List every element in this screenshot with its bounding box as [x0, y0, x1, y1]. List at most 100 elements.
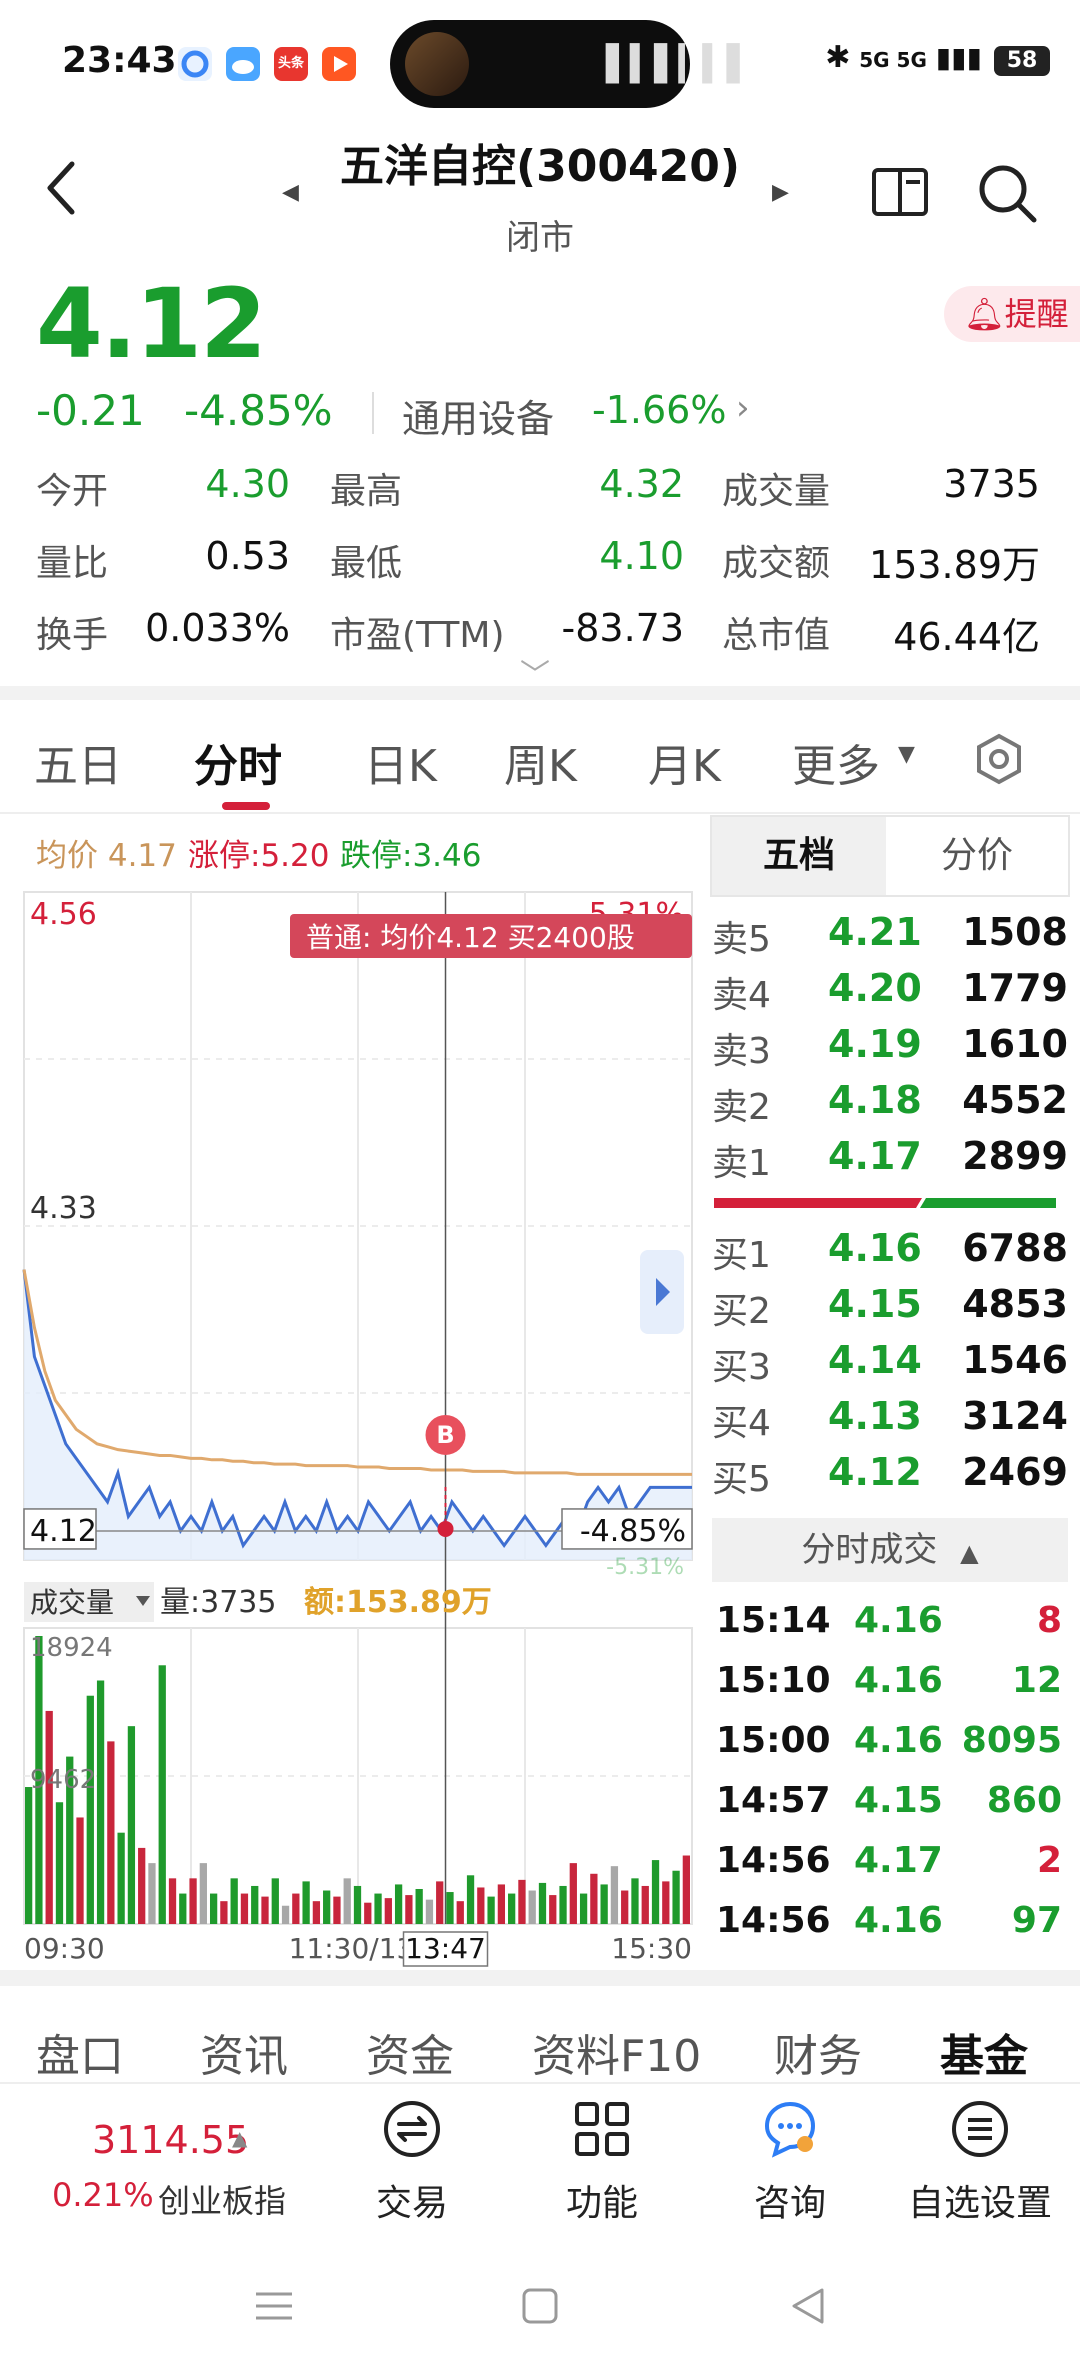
volume-bar: [405, 1895, 413, 1924]
level-price: 4.18: [828, 1078, 922, 1122]
ask-ratio-fill: [714, 1198, 922, 1208]
info-tab-3[interactable]: 资料F10: [532, 2020, 701, 2084]
level-price: 4.21: [828, 910, 922, 954]
volume-bar: [641, 1885, 649, 1924]
next-stock-button[interactable]: ▶: [772, 180, 789, 205]
chat-bubble-icon: [764, 2101, 816, 2158]
trade-volume: 97: [1011, 1900, 1062, 1941]
stat-value: 4.32: [599, 462, 684, 506]
caret-down-icon[interactable]: ▼: [898, 742, 915, 767]
trade-detail-header[interactable]: 分时成交 ▲: [712, 1518, 1068, 1582]
search-icon[interactable]: [976, 162, 1040, 226]
level-price: 4.16: [828, 1226, 922, 1270]
volume-bar: [559, 1885, 567, 1924]
alert-label: 提醒: [1004, 295, 1069, 333]
bid-row[interactable]: 买5 4.12 2469: [712, 1450, 1068, 1506]
info-tab-2[interactable]: 资金: [366, 2020, 454, 2084]
bid-ask-ratio-bar: [714, 1198, 1056, 1208]
back-button[interactable]: [40, 158, 100, 228]
sector-change[interactable]: -1.66%: [592, 388, 726, 432]
trade-row[interactable]: 15:14 4.16 8: [716, 1600, 1062, 1656]
volume-bar: [672, 1870, 680, 1924]
ask-row[interactable]: 卖3 4.19 1610: [712, 1022, 1068, 1078]
volume-total: 量:3735: [160, 1585, 276, 1620]
level-volume: 2899: [962, 1134, 1068, 1178]
volume-bar: [343, 1878, 351, 1924]
volume-bar: [333, 1896, 341, 1924]
trade-row[interactable]: 14:56 4.16 97: [716, 1900, 1062, 1956]
alert-button[interactable]: 🔔︎提醒: [944, 286, 1080, 342]
volume-bar: [168, 1878, 177, 1924]
bid-row[interactable]: 买1 4.16 6788: [712, 1226, 1068, 1282]
volume-bar: [425, 1899, 434, 1924]
tab-5[interactable]: 更多: [792, 730, 880, 794]
tab-3[interactable]: 周K: [504, 730, 577, 794]
volume-bar: [394, 1884, 403, 1924]
volume-bar: [456, 1901, 464, 1924]
tab-five-levels[interactable]: 五档: [712, 817, 886, 895]
sector-name[interactable]: 通用设备: [402, 388, 554, 443]
status-bar: 23:43 头条 ▌▍▌▎▍▌ ✱ 5G 5G ▮▮▮ 58: [0, 0, 1080, 120]
ask-row[interactable]: 卖4 4.20 1779: [712, 966, 1068, 1022]
volume-bar: [312, 1901, 321, 1924]
trade-row[interactable]: 14:56 4.17 2: [716, 1840, 1062, 1896]
trade-row[interactable]: 14:57 4.15 860: [716, 1780, 1062, 1836]
tab-4[interactable]: 月K: [648, 730, 721, 794]
tab-0[interactable]: 五日: [34, 730, 122, 794]
info-tab-4[interactable]: 财务: [774, 2020, 862, 2084]
bid-row[interactable]: 买4 4.13 3124: [712, 1394, 1068, 1450]
nav-consult[interactable]: 咨询: [710, 2098, 870, 2226]
amount-total: 额:153.89万: [304, 1585, 492, 1620]
ask-row[interactable]: 卖5 4.21 1508: [712, 910, 1068, 966]
home-icon[interactable]: [518, 2284, 562, 2328]
tab-1[interactable]: 分时: [194, 730, 282, 794]
volume-bar: [477, 1887, 485, 1924]
divider: [0, 812, 1080, 814]
trade-row[interactable]: 15:10 4.16 12: [716, 1660, 1062, 1716]
level-label: 卖1: [712, 1143, 771, 1184]
volume-bar: [621, 1890, 629, 1924]
nav-watchlist-settings[interactable]: 自选设置: [900, 2098, 1060, 2226]
index-value[interactable]: 3114.55: [92, 2118, 249, 2162]
menu-icon[interactable]: [252, 2284, 296, 2328]
trade-time: 15:00: [716, 1720, 831, 1761]
trade-tooltip: 普通: 均价4.12 买2400股: [306, 921, 635, 954]
ask-row[interactable]: 卖1 4.17 2899: [712, 1134, 1068, 1190]
volume-bar: [323, 1890, 331, 1924]
volume-bar: [538, 1882, 547, 1924]
ask-row[interactable]: 卖2 4.18 4552: [712, 1078, 1068, 1134]
stat-value: 0.53: [205, 534, 290, 578]
bid-row[interactable]: 买3 4.14 1546: [712, 1338, 1068, 1394]
weather-app-icon: [226, 47, 260, 81]
volume-bar: [179, 1893, 187, 1924]
nav-functions[interactable]: 功能: [522, 2098, 682, 2226]
chevron-right-icon[interactable]: ›: [736, 388, 750, 428]
current-price: 4.12: [36, 268, 267, 380]
tab-price-distribution[interactable]: 分价: [888, 817, 1066, 895]
back-icon[interactable]: [786, 2284, 830, 2328]
level-label: 买1: [712, 1235, 771, 1276]
volume-bar: [271, 1878, 279, 1924]
level-volume: 3124: [962, 1394, 1068, 1438]
limit-down-label: 跌停:3.46: [340, 838, 482, 874]
bid-row[interactable]: 买2 4.15 4853: [712, 1282, 1068, 1338]
market-status: 闭市: [506, 218, 574, 258]
stat-label: 市盈(TTM): [330, 615, 505, 656]
info-tab-5[interactable]: 基金: [940, 2020, 1028, 2084]
stat-value: 4.10: [599, 534, 684, 578]
index-name[interactable]: 创业板指: [158, 2176, 286, 2222]
index-change[interactable]: 0.21%: [52, 2176, 154, 2214]
tab-2[interactable]: 日K: [364, 730, 437, 794]
volume-bar: [220, 1901, 228, 1924]
nav-trade[interactable]: 交易: [332, 2098, 492, 2226]
info-tab-0[interactable]: 盘口: [36, 2020, 124, 2084]
volume-bar: [281, 1905, 290, 1924]
book-icon[interactable]: [870, 166, 930, 218]
caret-up-icon: ▲: [960, 1539, 979, 1567]
info-tab-1[interactable]: 资讯: [200, 2020, 288, 2084]
volume-bar: [25, 1787, 33, 1924]
intraday-chart[interactable]: B4.565.31%4.33普通: 均价4.12 买2400股4.12-4.85…: [0, 880, 700, 1980]
stat-value: 0.033%: [145, 606, 290, 650]
settings-icon[interactable]: [972, 732, 1026, 786]
trade-row[interactable]: 15:00 4.16 8095: [716, 1720, 1062, 1776]
